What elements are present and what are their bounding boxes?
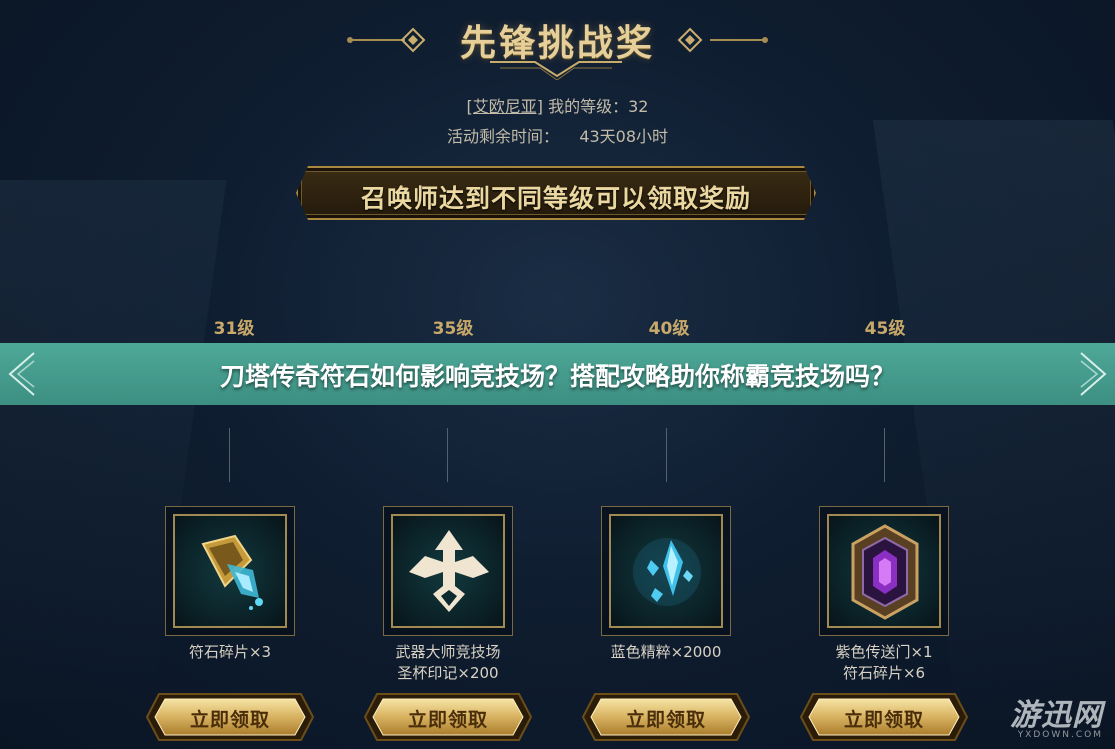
reward-name-line: 紫色传送门×1 xyxy=(835,643,933,661)
site-watermark: 游迅网 YXDOWN.COM xyxy=(1010,690,1103,740)
reward-icon-frame xyxy=(173,514,287,628)
claim-button-label: 立即领取 xyxy=(407,709,488,731)
level-label: 35级 xyxy=(432,319,474,339)
connector-line xyxy=(447,428,448,482)
level-label: 31级 xyxy=(213,319,255,339)
claim-button[interactable]: 立即领取 xyxy=(581,692,751,742)
reward-name-line: 圣杯印记×200 xyxy=(397,664,499,682)
connector-line xyxy=(884,428,885,482)
purple-portal-icon xyxy=(851,524,919,620)
watermark-domain: YXDOWN.COM xyxy=(1017,730,1103,740)
level-label: 40级 xyxy=(648,319,690,339)
level-label: 45级 xyxy=(864,319,906,339)
time-remaining-value: 43天08小时 xyxy=(579,127,669,146)
player-level-line: [艾欧尼亚] 我的等级：32 xyxy=(0,93,1115,117)
time-remaining-label: 活动剩余时间： xyxy=(446,127,559,146)
server-link[interactable]: [艾欧尼亚] xyxy=(467,97,544,116)
claim-button-label: 立即领取 xyxy=(625,709,706,731)
reward-card xyxy=(165,506,295,636)
reward-card xyxy=(383,506,513,636)
time-remaining-line: 活动剩余时间： 43天08小时 xyxy=(0,123,1115,147)
player-level: 我的等级：32 xyxy=(548,97,649,116)
reward-name: 符石碎片×3 xyxy=(150,642,310,663)
reward-icon-frame xyxy=(391,514,505,628)
title-block: 先锋挑战奖 xyxy=(0,10,1115,80)
reward-card xyxy=(819,506,949,636)
rune-shard-icon xyxy=(201,534,263,610)
reward-card xyxy=(601,506,731,636)
claim-button-label: 立即领取 xyxy=(843,709,924,731)
article-title-overlay: 刀塔传奇符石如何影响竞技场？搭配攻略助你称霸竞技场吗？ xyxy=(0,343,1115,405)
claim-button[interactable]: 立即领取 xyxy=(799,692,969,742)
claim-button[interactable]: 立即领取 xyxy=(145,692,315,742)
article-title: 刀塔传奇符石如何影响竞技场？搭配攻略助你称霸竞技场吗？ xyxy=(219,362,895,391)
reward-icon-frame xyxy=(827,514,941,628)
page-title: 先锋挑战奖 xyxy=(459,22,655,64)
connector-line xyxy=(229,428,230,482)
reward-name: 紫色传送门×1 符石碎片×6 xyxy=(804,642,964,684)
reward-icon-frame xyxy=(609,514,723,628)
fleur-emblem-icon xyxy=(409,530,489,612)
connector-line xyxy=(666,428,667,482)
claim-button-label: 立即领取 xyxy=(189,709,270,731)
reward-name: 蓝色精粹×2000 xyxy=(586,642,746,663)
reward-name-line: 符石碎片×6 xyxy=(842,664,926,682)
reward-banner-text: 召唤师达到不同等级可以领取奖励 xyxy=(360,184,751,213)
reward-name-line: 武器大师竞技场 xyxy=(395,643,501,661)
watermark-logo: 游迅网 xyxy=(1010,698,1103,733)
reward-name-line: 蓝色精粹×2000 xyxy=(610,643,722,661)
claim-button[interactable]: 立即领取 xyxy=(363,692,533,742)
reward-name-line: 符石碎片×3 xyxy=(188,643,272,661)
blue-essence-icon xyxy=(633,538,701,606)
reward-name: 武器大师竞技场 圣杯印记×200 xyxy=(368,642,528,684)
reward-banner: 召唤师达到不同等级可以领取奖励 xyxy=(296,166,816,220)
